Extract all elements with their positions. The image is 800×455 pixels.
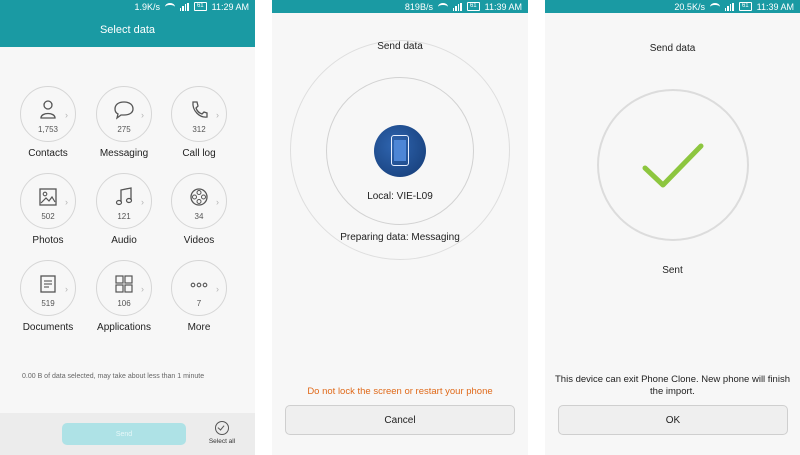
category-label: Contacts — [28, 148, 68, 159]
battery-icon: 61 — [193, 2, 207, 11]
network-speed: 819B/s — [404, 1, 433, 12]
select-all-button[interactable]: Select all — [201, 421, 243, 445]
status-bar: 819B/s 61 11:39 AM — [272, 0, 528, 13]
chevron-right-icon: › — [141, 110, 144, 120]
category-circle[interactable]: › 34 — [171, 173, 227, 229]
sending-data-screen: 819B/s 61 11:39 AM Send data Local: VIE-… — [272, 0, 528, 455]
message-bubble-icon — [114, 101, 134, 120]
status-bar: 1.9K/s 61 11:29 AM — [0, 0, 255, 13]
category-messaging[interactable]: › 275 Messaging — [86, 86, 162, 159]
chevron-right-icon: › — [65, 284, 68, 294]
signal-icon — [452, 2, 462, 11]
item-count: 1,753 — [37, 125, 59, 134]
category-circle[interactable]: › 519 — [20, 260, 76, 316]
send-button[interactable]: Send — [62, 423, 186, 445]
wifi-icon — [164, 2, 175, 11]
category-label: Documents — [22, 322, 74, 333]
status-bar: 20.5K/s 61 11:39 AM — [545, 0, 800, 13]
image-icon — [39, 188, 57, 206]
chevron-right-icon: › — [216, 110, 219, 120]
item-count: 7 — [196, 299, 202, 308]
category-circle[interactable]: › 275 — [96, 86, 152, 142]
category-label: Applications — [97, 322, 151, 333]
wifi-icon — [709, 2, 720, 11]
progress-status: Preparing data: Messaging — [340, 232, 460, 243]
more-dots-icon — [190, 282, 208, 288]
category-circle[interactable]: › 1,753 — [20, 86, 76, 142]
check-circle-icon — [215, 421, 229, 435]
item-count: 312 — [192, 125, 206, 134]
page-title: Select data — [0, 13, 255, 47]
category-label: Videos — [183, 235, 215, 246]
contact-icon — [40, 100, 56, 119]
battery-icon: 61 — [738, 2, 752, 11]
item-count: 502 — [41, 212, 55, 221]
category-circle[interactable]: › 7 — [171, 260, 227, 316]
device-name: Local: VIE-L09 — [367, 191, 433, 202]
category-audio[interactable]: › 121 Audio — [86, 173, 162, 246]
chevron-right-icon: › — [65, 197, 68, 207]
signal-icon — [724, 2, 734, 11]
select-all-label: Select all — [208, 438, 236, 445]
chevron-right-icon: › — [216, 197, 219, 207]
category-photos[interactable]: › 502 Photos — [10, 173, 86, 246]
film-reel-icon — [190, 188, 208, 206]
category-contacts[interactable]: › 1,753 Contacts — [10, 86, 86, 159]
category-circle[interactable]: › 312 — [171, 86, 227, 142]
chevron-right-icon: › — [216, 284, 219, 294]
send-complete-screen: 20.5K/s 61 11:39 AM Send data Sent This … — [545, 0, 800, 455]
item-count: 519 — [41, 299, 55, 308]
category-call-log[interactable]: › 312 Call log — [161, 86, 237, 159]
music-note-icon — [115, 187, 133, 206]
cancel-button[interactable]: Cancel — [285, 405, 515, 435]
category-label: Messaging — [99, 148, 149, 159]
message-line: This device can exit Phone Clone. New ph… — [555, 374, 790, 385]
category-label: Photos — [32, 235, 64, 246]
category-circle[interactable]: › 106 — [96, 260, 152, 316]
bottom-action-bar: Send Select all — [0, 413, 255, 455]
send-data-heading: Send data — [377, 41, 423, 52]
sent-status: Sent — [662, 265, 683, 276]
category-circle[interactable]: › 121 — [96, 173, 152, 229]
item-count: 34 — [194, 212, 204, 221]
item-count: 275 — [117, 125, 131, 134]
chevron-right-icon: › — [141, 284, 144, 294]
network-speed: 1.9K/s — [134, 1, 160, 12]
completion-message: This device can exit Phone Clone. New ph… — [545, 374, 800, 398]
clock: 11:29 AM — [211, 1, 249, 12]
network-speed: 20.5K/s — [674, 1, 705, 12]
category-label: Call log — [182, 148, 216, 159]
category-more[interactable]: › 7 More — [161, 260, 237, 333]
send-data-heading: Send data — [649, 43, 696, 54]
category-label: More — [187, 322, 211, 333]
phone-icon — [374, 125, 426, 177]
chevron-right-icon: › — [141, 197, 144, 207]
chevron-right-icon: › — [65, 110, 68, 120]
selection-info: 0.00 B of data selected, may take about … — [22, 373, 205, 380]
select-data-screen: 1.9K/s 61 11:29 AM Select data › 1,753 C… — [0, 0, 255, 455]
category-circle[interactable]: › 502 — [20, 173, 76, 229]
category-label: Audio — [111, 235, 137, 246]
clock: 11:39 AM — [484, 1, 522, 12]
wifi-icon — [437, 2, 448, 11]
item-count: 106 — [117, 299, 131, 308]
apps-grid-icon — [115, 275, 133, 293]
category-videos[interactable]: › 34 Videos — [161, 173, 237, 246]
ok-button[interactable]: OK — [558, 405, 788, 435]
battery-icon: 61 — [466, 2, 480, 11]
warning-text: Do not lock the screen or restart your p… — [307, 386, 493, 397]
item-count: 121 — [117, 212, 131, 221]
category-applications[interactable]: › 106 Applications — [86, 260, 162, 333]
phone-handset-icon — [192, 101, 208, 118]
document-icon — [40, 275, 56, 293]
category-documents[interactable]: › 519 Documents — [10, 260, 86, 333]
checkmark-icon — [642, 143, 704, 188]
message-line: the import. — [650, 386, 695, 397]
clock: 11:39 AM — [756, 1, 794, 12]
signal-icon — [179, 2, 189, 11]
